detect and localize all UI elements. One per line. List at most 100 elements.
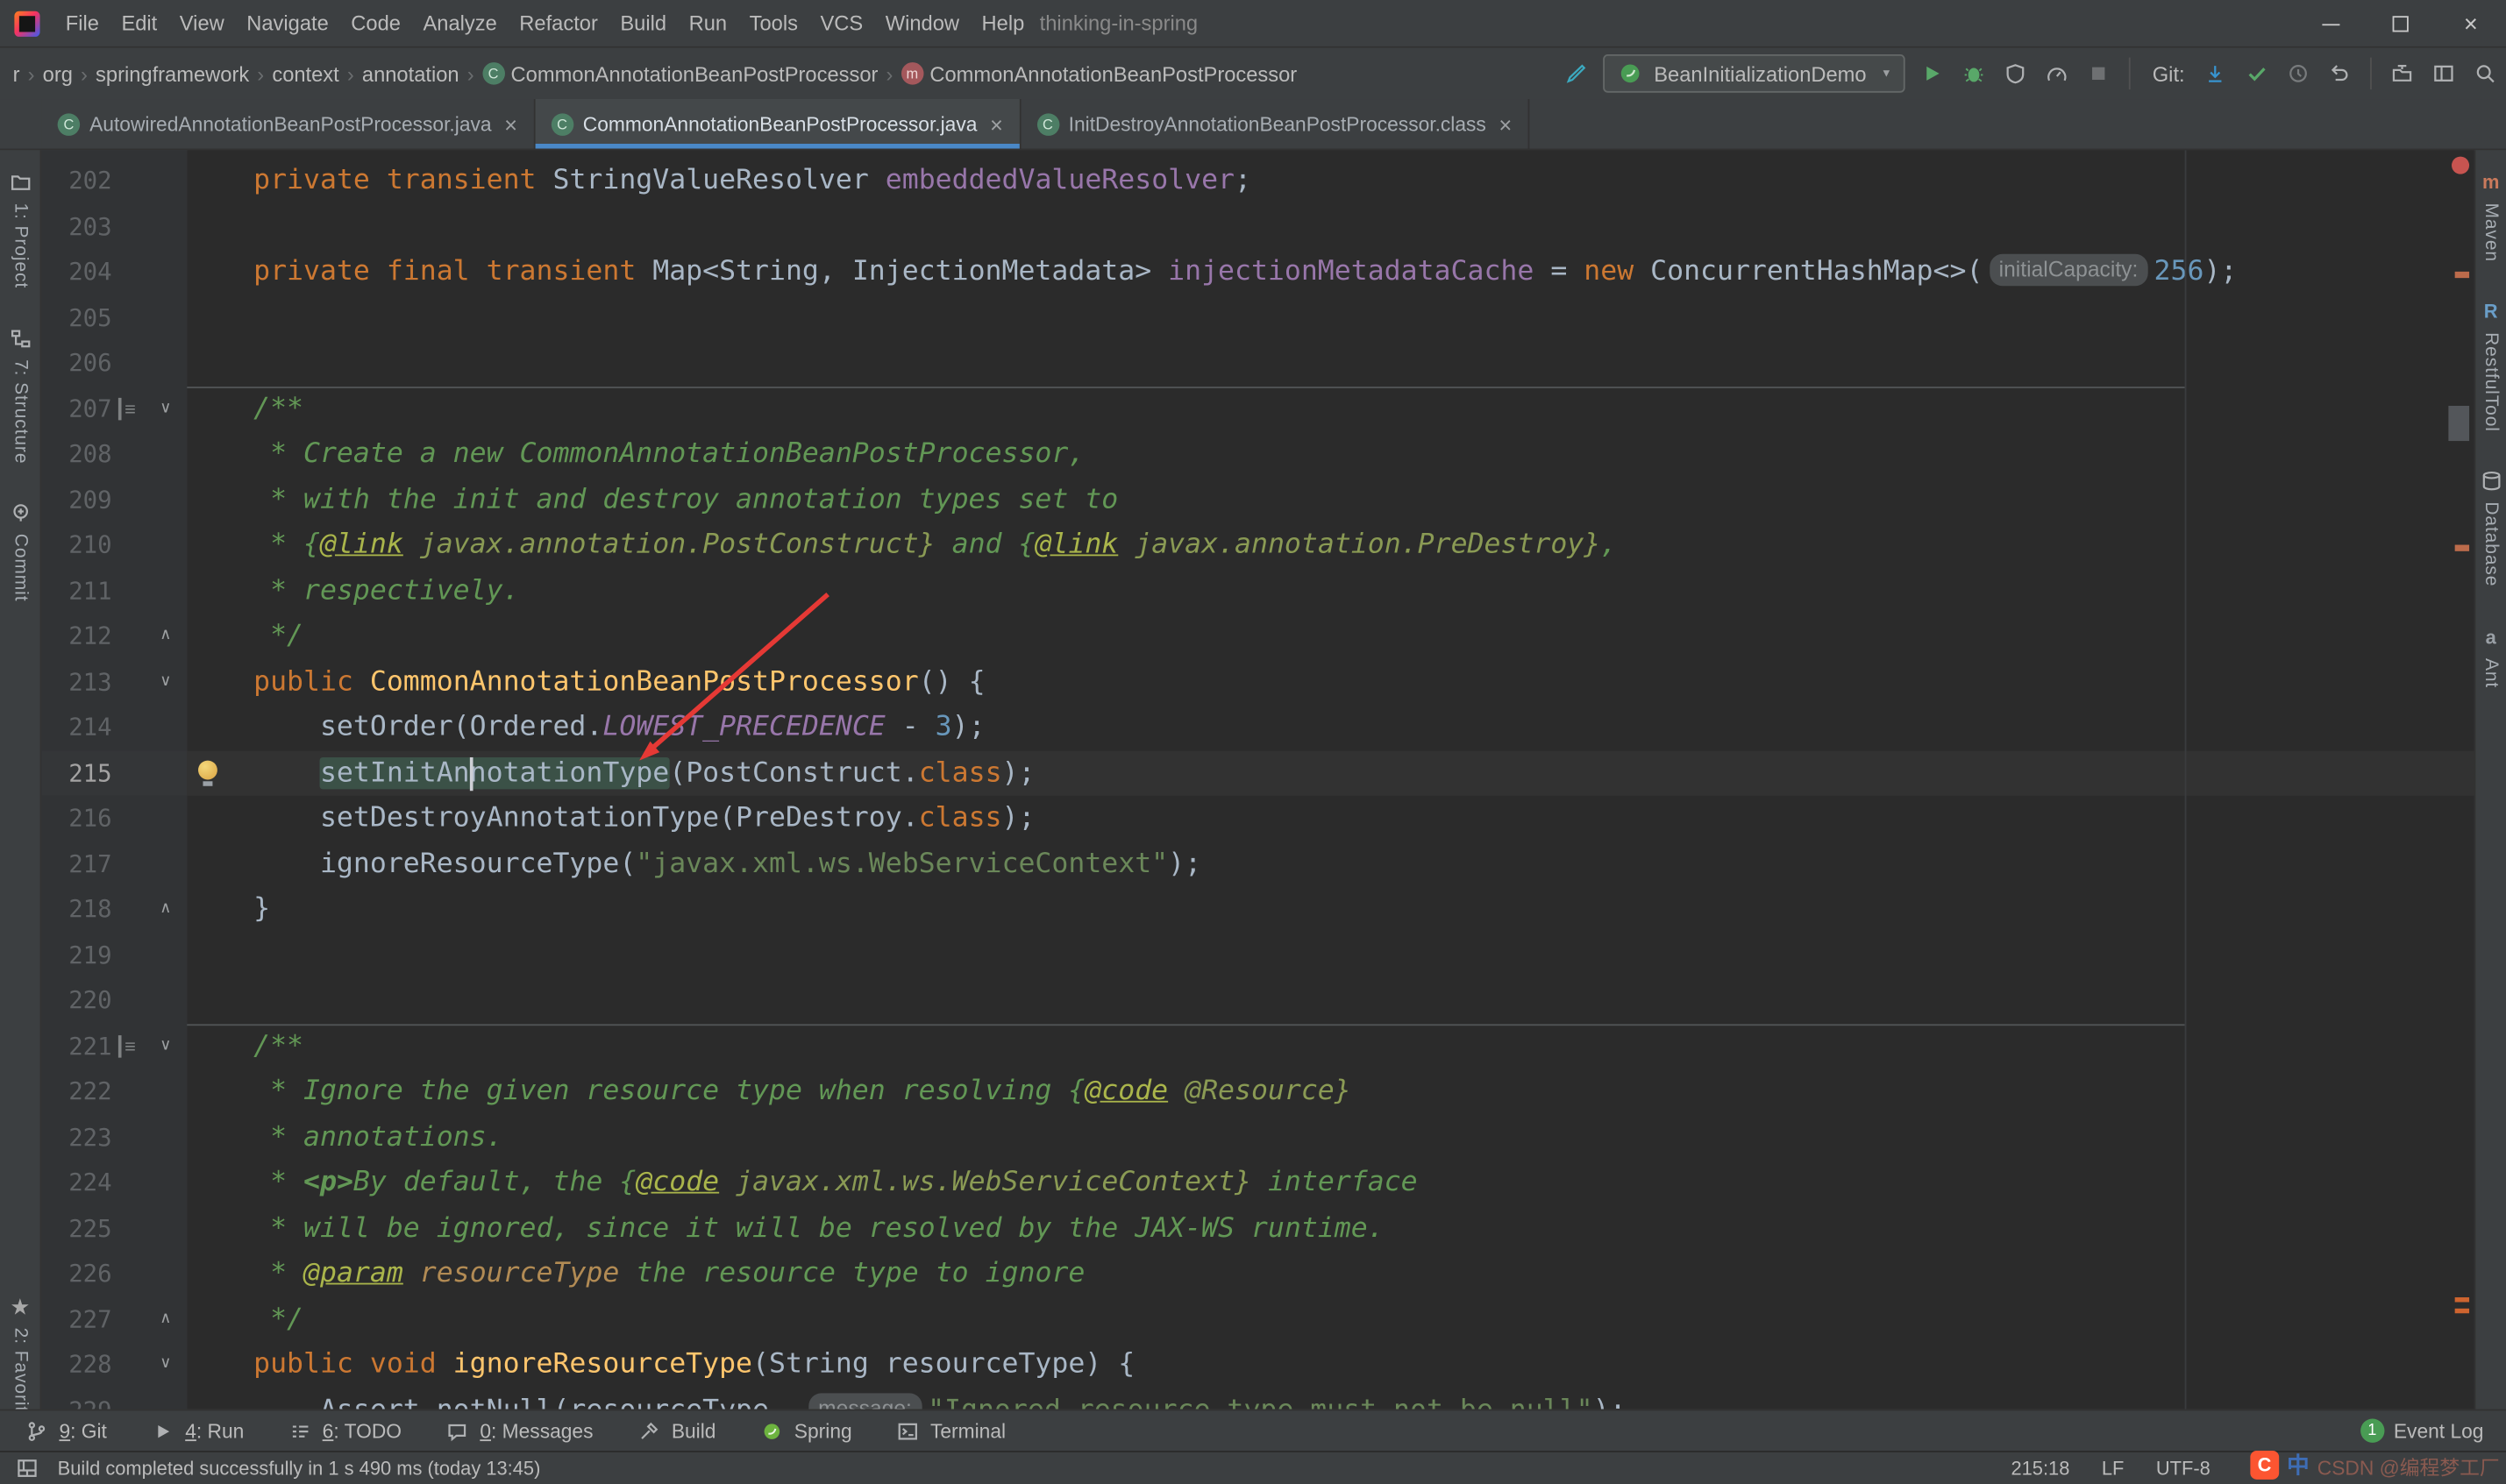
code-line-228[interactable]: 228 ∨ public void ignoreResourceType(Stri…	[41, 1342, 2474, 1388]
toolwindow-button-todo[interactable]: 6: TODO	[286, 1417, 402, 1445]
tab-close-icon[interactable]: ×	[1499, 111, 1512, 137]
toolwindow-button-7-structure[interactable]: 7: Structure	[5, 323, 34, 464]
breadcrumb-item[interactable]: org	[38, 59, 77, 89]
menu-view[interactable]: View	[168, 0, 235, 46]
line-number[interactable]: 207	[41, 386, 111, 431]
code-line-223[interactable]: 223 * annotations.	[41, 1114, 2474, 1160]
line-number[interactable]: 228	[41, 1342, 111, 1388]
code-text[interactable]: setDestroyAnnotationType(PreDestroy.clas…	[187, 796, 1036, 841]
code-line-205[interactable]: 205	[41, 295, 2474, 340]
menu-help[interactable]: Help	[971, 0, 1036, 46]
menu-build[interactable]: Build	[609, 0, 678, 46]
menu-tools[interactable]: Tools	[738, 0, 809, 46]
code-line-222[interactable]: 222 * Ignore the given resource type whe…	[41, 1069, 2474, 1114]
javadoc-render-icon[interactable]: ≡	[117, 1034, 136, 1057]
toolwindow-button-spring[interactable]: Spring	[758, 1417, 852, 1445]
run-button[interactable]	[1918, 59, 1947, 88]
menu-analyze[interactable]: Analyze	[412, 0, 509, 46]
code-line-220[interactable]: 220	[41, 977, 2474, 1023]
tab-close-icon[interactable]: ×	[504, 111, 517, 137]
line-number[interactable]: 221	[41, 1023, 111, 1069]
code-text[interactable]: /**	[187, 386, 303, 431]
breadcrumb-item[interactable]: C CommonAnnotationBeanPostProcessor	[477, 59, 883, 89]
line-number[interactable]: 227	[41, 1296, 111, 1342]
toolwindow-button-build[interactable]: Build	[635, 1417, 715, 1445]
menu-file[interactable]: File	[54, 0, 110, 46]
code-line-213[interactable]: 213 ∨ public CommonAnnotationBeanPostProc…	[41, 659, 2474, 705]
toolwindow-button-1-project[interactable]: 1: Project	[5, 167, 34, 288]
line-separator[interactable]: LF	[2102, 1457, 2125, 1480]
code-text[interactable]: setInitAnnotationType(PostConstruct.clas…	[187, 750, 1035, 796]
line-number[interactable]: 218	[41, 887, 111, 933]
code-line-226[interactable]: 226 * @param resourceType the resource t…	[41, 1251, 2474, 1296]
code-line-202[interactable]: 202 private transient StringValueResolve…	[41, 158, 2474, 203]
tab-commonannotationbeanpostprocessor-java[interactable]: C CommonAnnotationBeanPostProcessor.java ×	[535, 99, 1021, 149]
line-number[interactable]: 206	[41, 340, 111, 386]
code-line-217[interactable]: 217 ignoreResourceType("javax.xml.ws.Web…	[41, 841, 2474, 887]
code-text[interactable]: setOrder(Ordered.LOWEST_PRECEDENCE - 3);	[187, 705, 986, 750]
line-number[interactable]: 212	[41, 614, 111, 659]
code-text[interactable]: * Create a new CommonAnnotationBeanPostP…	[187, 431, 1085, 477]
code-text[interactable]: Assert.notNull(resourceType, message: "Ig…	[187, 1388, 1627, 1409]
code-text[interactable]: * will be ignored, since it will be reso…	[187, 1205, 1385, 1251]
line-number[interactable]: 214	[41, 705, 111, 750]
code-text[interactable]: * Ignore the given resource type when re…	[187, 1069, 1351, 1114]
code-line-216[interactable]: 216 setDestroyAnnotationType(PreDestroy.…	[41, 796, 2474, 841]
breadcrumb-item[interactable]: m CommonAnnotationBeanPostProcessor	[896, 59, 1302, 89]
profiler-button[interactable]	[2042, 59, 2071, 88]
fold-end-icon[interactable]: ∧	[160, 1296, 171, 1342]
code-line-227[interactable]: 227 ∧ */	[41, 1296, 2474, 1342]
fold-start-icon[interactable]: ∨	[160, 1023, 171, 1069]
code-line-206[interactable]: 206	[41, 340, 2474, 386]
line-number[interactable]: 219	[41, 933, 111, 978]
code-line-207[interactable]: 207 ≡ ∨ /**	[41, 386, 2474, 431]
layout-icon[interactable]	[2430, 59, 2459, 88]
line-number[interactable]: 217	[41, 841, 111, 887]
code-text[interactable]: * respectively.	[187, 568, 519, 614]
toolwindow-button-git[interactable]: 9: Git	[23, 1417, 107, 1445]
commit-button[interactable]	[2242, 59, 2271, 88]
menu-edit[interactable]: Edit	[110, 0, 168, 46]
menu-window[interactable]: Window	[874, 0, 971, 46]
code-text[interactable]: * @param resourceType the resource type …	[187, 1251, 1085, 1296]
code-line-208[interactable]: 208 * Create a new CommonAnnotationBeanP…	[41, 431, 2474, 477]
file-encoding[interactable]: UTF-8	[2156, 1457, 2211, 1480]
stripe-mark[interactable]	[2448, 405, 2470, 442]
toolwindow-button-restfultool[interactable]: R RestfulTool	[2476, 297, 2505, 432]
line-number[interactable]: 215	[41, 750, 111, 796]
line-number[interactable]: 204	[41, 249, 111, 295]
tab-initdestroyannotationbeanpostprocessor-class[interactable]: C InitDestroyAnnotationBeanPostProcessor.…	[1020, 99, 1530, 149]
line-number[interactable]: 208	[41, 431, 111, 477]
line-number[interactable]: 205	[41, 295, 111, 340]
tab-close-icon[interactable]: ×	[990, 111, 1003, 137]
pencil-icon[interactable]	[1562, 59, 1591, 88]
code-text[interactable]: private transient StringValueResolver em…	[187, 158, 1251, 203]
toolwindow-button-messages[interactable]: 0: Messages	[443, 1417, 594, 1445]
toolwindow-button-terminal[interactable]: Terminal	[893, 1417, 1006, 1445]
fold-start-icon[interactable]: ∨	[160, 386, 171, 431]
stripe-mark[interactable]	[2454, 1308, 2470, 1314]
history-button[interactable]	[2284, 59, 2313, 88]
code-line-221[interactable]: 221 ≡ ∨ /**	[41, 1023, 2474, 1069]
maximize-button[interactable]	[2366, 0, 2436, 48]
stripe-mark[interactable]	[2454, 544, 2470, 551]
line-number[interactable]: 222	[41, 1069, 111, 1114]
code-text[interactable]: * with the init and destroy annotation t…	[187, 477, 1118, 522]
code-text[interactable]: */	[187, 1296, 303, 1342]
code-line-229[interactable]: 229 Assert.notNull(resourceType, message…	[41, 1388, 2474, 1409]
debug-button[interactable]	[1959, 59, 1988, 88]
code-line-218[interactable]: 218 ∧ }	[41, 887, 2474, 933]
code-text[interactable]: * {@link javax.annotation.PostConstruct}…	[187, 522, 1617, 568]
stripe-mark[interactable]	[2452, 156, 2470, 174]
code-line-211[interactable]: 211 * respectively.	[41, 568, 2474, 614]
tab-autowiredannotationbeanpostprocessor-java[interactable]: C AutowiredAnnotationBeanPostProcessor.ja…	[41, 99, 536, 149]
code-text[interactable]: ignoreResourceType("javax.xml.ws.WebServ…	[187, 841, 1201, 887]
line-number[interactable]: 209	[41, 477, 111, 522]
fold-start-icon[interactable]: ∨	[160, 659, 171, 705]
breadcrumb-item[interactable]: r	[8, 59, 25, 89]
code-line-204[interactable]: 204 private final transient Map<String, …	[41, 249, 2474, 295]
editor[interactable]: 202 private transient StringValueResolve…	[41, 150, 2474, 1409]
update-project-button[interactable]	[2201, 59, 2230, 88]
toolwindow-button-maven[interactable]: m Maven	[2476, 167, 2505, 262]
line-number[interactable]: 210	[41, 522, 111, 568]
